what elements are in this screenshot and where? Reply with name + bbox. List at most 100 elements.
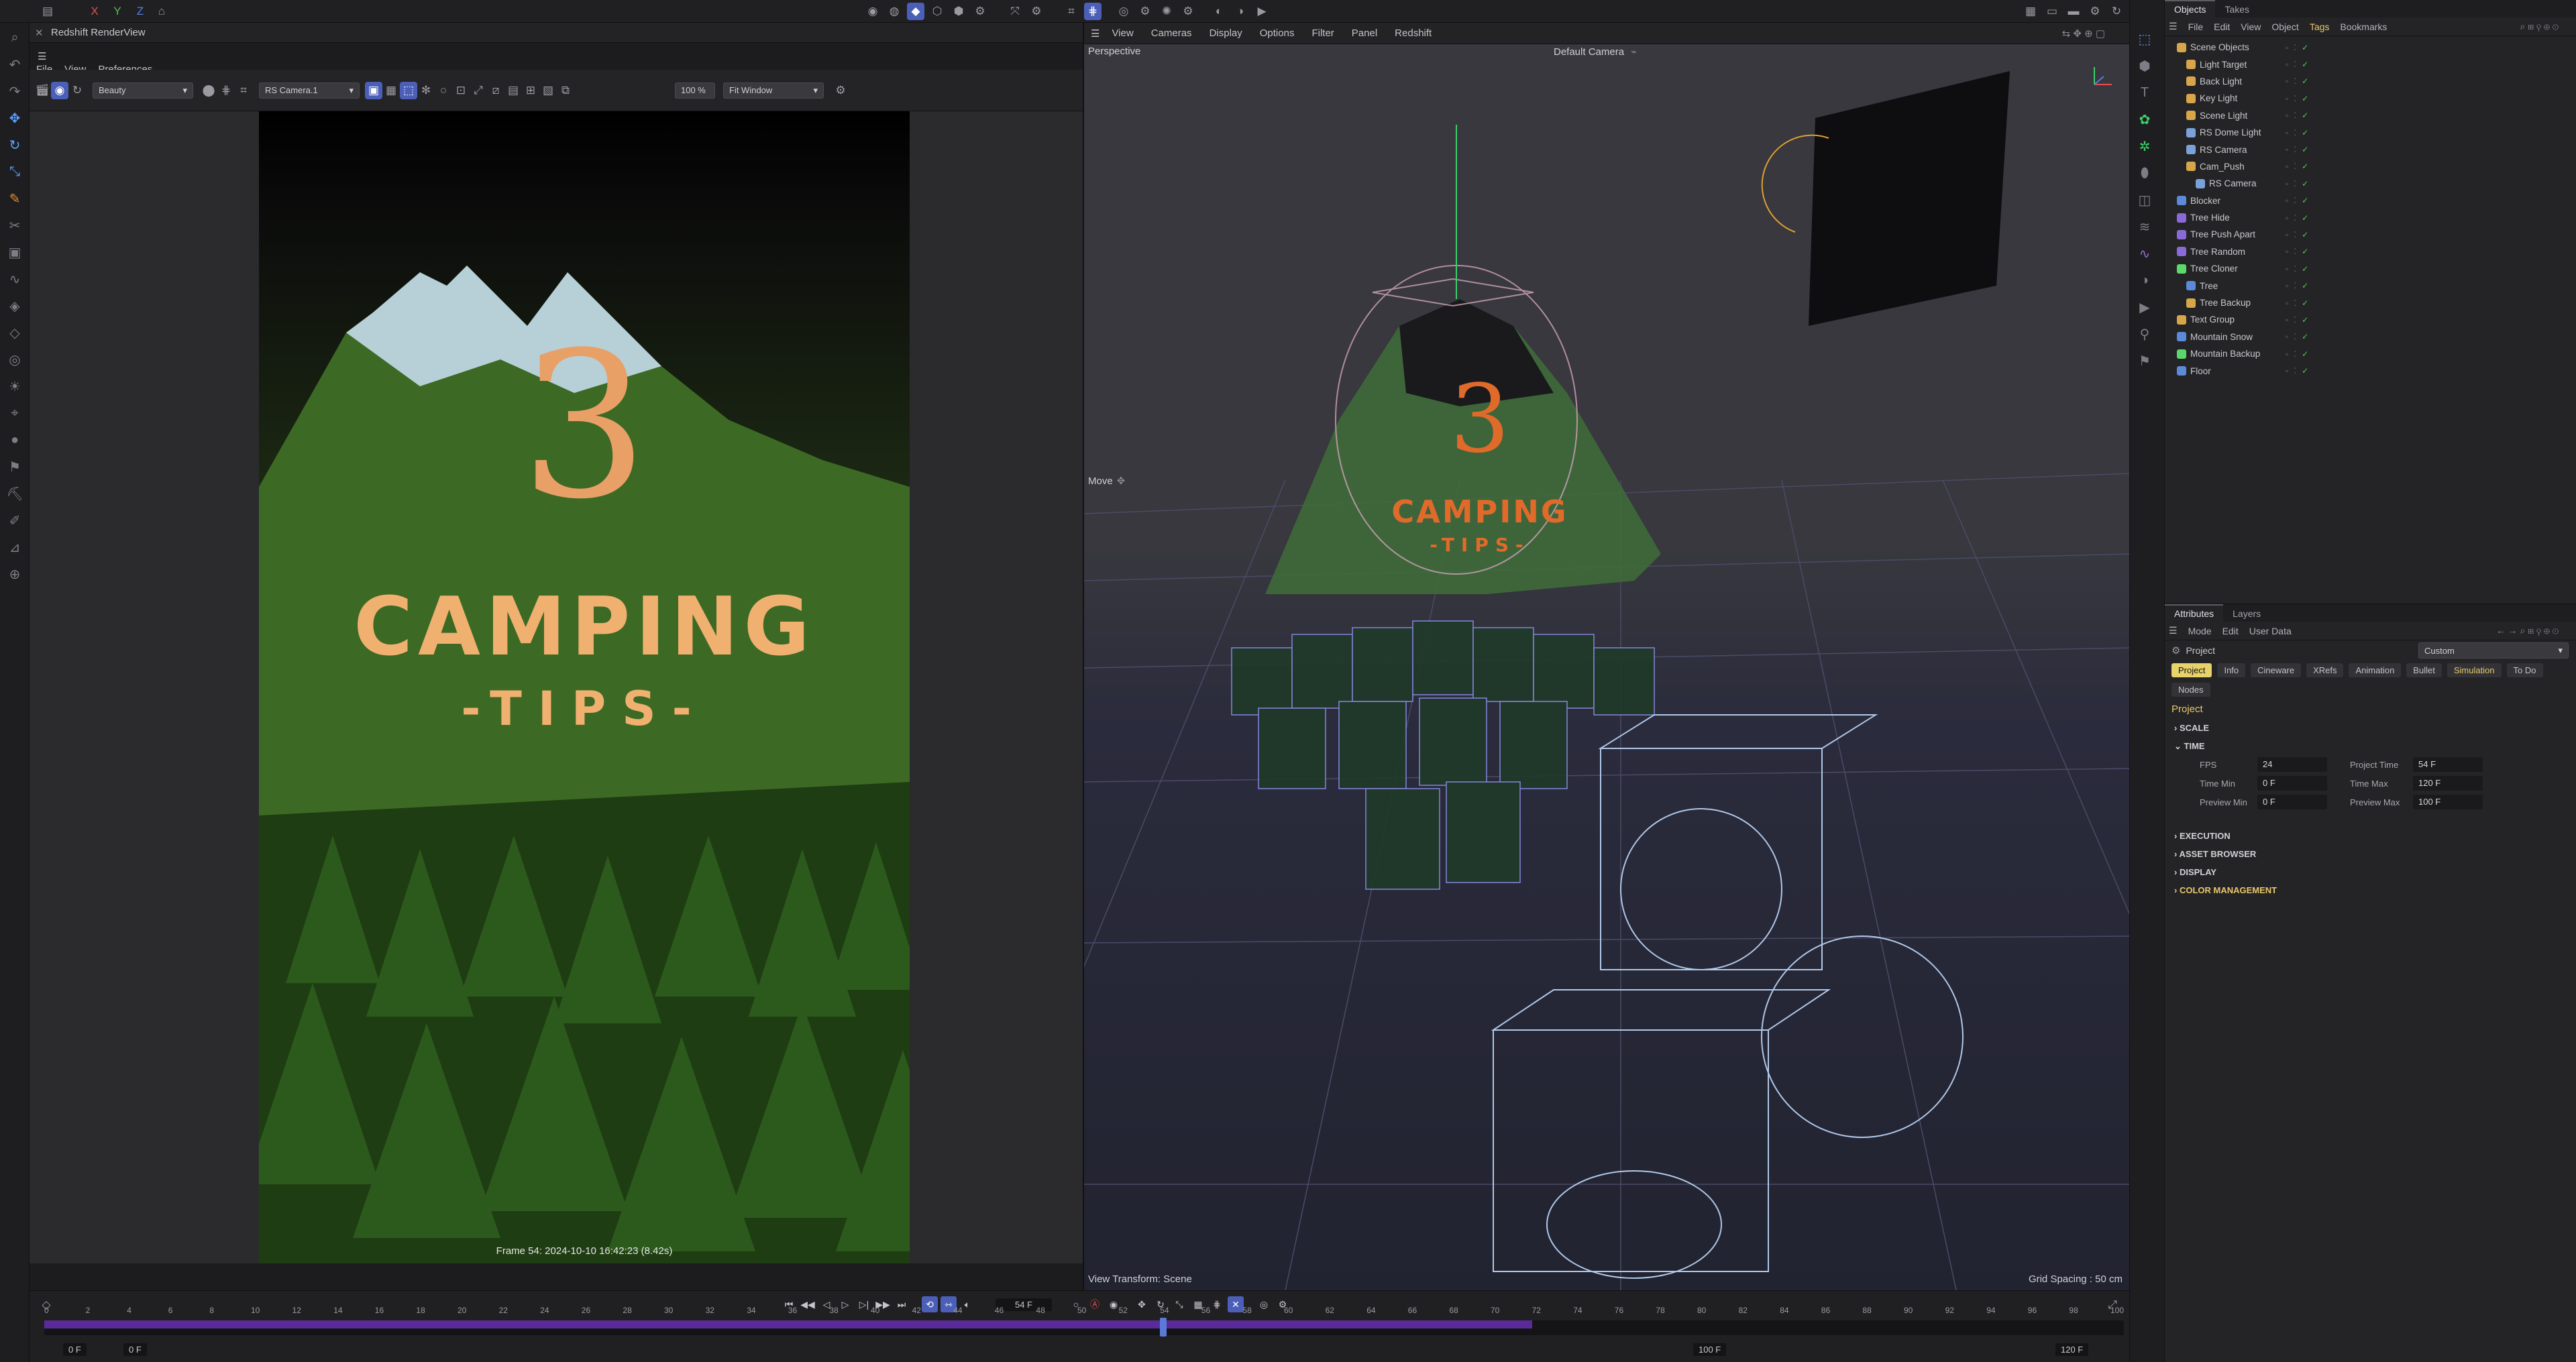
tab-takes[interactable]: Takes [2215, 1, 2259, 17]
vp-menu-cameras[interactable]: Cameras [1151, 27, 1192, 39]
add-snapshot-icon[interactable]: ⊞ [522, 82, 539, 99]
visibility-flags[interactable]: ▫ ⁚ ✓ [2286, 349, 2308, 359]
render-view-icon[interactable]: ◎ [1115, 3, 1132, 20]
polygons-mode-icon[interactable]: ⬢ [950, 3, 967, 20]
obj-menu-object[interactable]: Object [2271, 21, 2298, 32]
obj-menu-bookmarks[interactable]: Bookmarks [2340, 21, 2387, 32]
timeline-preview-start-field[interactable]: 0 F [123, 1343, 147, 1356]
effector-icon[interactable]: ✲ [2133, 134, 2157, 158]
camera-icon[interactable]: ⌖ [3, 401, 27, 425]
visibility-flags[interactable]: ▫ ⁚ ✓ [2286, 128, 2308, 137]
rotate-tool-icon[interactable]: ↻ [3, 133, 27, 157]
btn-simulation[interactable]: Simulation [2447, 663, 2502, 677]
btn-animation[interactable]: Animation [2349, 663, 2402, 677]
viewport-nav-icons[interactable]: ⇆ ✥ ⊕ ▢ [2062, 27, 2105, 40]
vp-menu-redshift[interactable]: Redshift [1395, 27, 1432, 39]
objects-search-icons[interactable]: ⌕ ⊞ ⚲ ⊕ ⊙ [2520, 21, 2559, 32]
undo-icon[interactable]: ↶ [3, 52, 27, 76]
object-row[interactable]: Key Light ▫ ⁚ ✓ [2165, 90, 2576, 107]
render-active-icon[interactable]: ✺ [1158, 3, 1175, 20]
vp-menu-view[interactable]: View [1112, 27, 1133, 39]
attributes-nav-icons[interactable]: ← → ⌕ ⊞ ⚲ ⊕ ⊙ [2496, 625, 2559, 636]
focus-icon[interactable]: ⊡ [452, 82, 470, 99]
section-scale[interactable]: › SCALE [2165, 719, 2576, 737]
help-icon[interactable]: ↻ [2108, 3, 2125, 20]
volume-icon[interactable]: ◫ [2133, 188, 2157, 212]
visibility-flags[interactable]: ▫ ⁚ ✓ [2286, 332, 2308, 341]
settings-gear-icon[interactable]: ⚙ [2086, 3, 2104, 20]
redo-icon[interactable]: ↷ [3, 79, 27, 103]
object-row[interactable]: Floor ▫ ⁚ ✓ [2165, 362, 2576, 379]
cloner-icon[interactable]: ✿ [2133, 107, 2157, 131]
play-render-icon[interactable]: ▶ [1253, 3, 1271, 20]
timeline-start-field[interactable]: 0 F [63, 1343, 87, 1356]
object-row[interactable]: Light Target ▫ ⁚ ✓ [2165, 56, 2576, 72]
refresh-icon[interactable]: ↻ [68, 82, 86, 99]
deformer-bend-icon[interactable]: ⬮ [2133, 161, 2157, 185]
section-asset-browser[interactable]: › ASSET BROWSER [2165, 845, 2576, 863]
attr-menu-edit[interactable]: Edit [2222, 626, 2239, 636]
object-row[interactable]: RS Camera ▫ ⁚ ✓ [2165, 141, 2576, 158]
visibility-flags[interactable]: ▫ ⁚ ✓ [2286, 247, 2308, 256]
object-row[interactable]: Tree Backup ▫ ⁚ ✓ [2165, 294, 2576, 311]
project-time-field[interactable]: 54 F [2413, 757, 2483, 772]
section-color-management[interactable]: › COLOR MANAGEMENT [2165, 881, 2576, 899]
vp-menu-panel[interactable]: Panel [1352, 27, 1377, 39]
visibility-flags[interactable]: ▫ ⁚ ✓ [2286, 60, 2308, 69]
knife-tool-icon[interactable]: ✂ [3, 213, 27, 237]
object-row[interactable]: Tree Random ▫ ⁚ ✓ [2165, 243, 2576, 260]
visibility-flags[interactable]: ▫ ⁚ ✓ [2286, 43, 2308, 52]
vp-menu-display[interactable]: Display [1210, 27, 1242, 39]
btn-nodes[interactable]: Nodes [2171, 683, 2210, 697]
layout-switch-icon[interactable]: ▦ [2022, 3, 2039, 20]
crop-icon[interactable]: ⌗ [235, 82, 252, 99]
axis-x-toggle[interactable]: X [86, 3, 103, 20]
close-icon[interactable]: ✕ [35, 27, 44, 39]
render-queue-icon[interactable]: ⚙ [1179, 3, 1197, 20]
spline-tool-icon[interactable]: ∿ [3, 267, 27, 291]
zoom-field[interactable]: 100 % [675, 82, 715, 99]
attr-menu-mode[interactable]: Mode [2188, 626, 2212, 636]
model-mode-icon[interactable]: ◉ [864, 3, 881, 20]
expand-icon[interactable]: ⤢ [470, 82, 487, 99]
camera-icon[interactable]: ▶ [2133, 295, 2157, 319]
visibility-flags[interactable]: ▫ ⁚ ✓ [2286, 196, 2308, 205]
field-layers-icon[interactable]: ≋ [2133, 215, 2157, 239]
snapshot-icon[interactable]: ▤ [504, 82, 522, 99]
cube-icon[interactable]: ⬢ [2133, 54, 2157, 78]
visibility-flags[interactable]: ▫ ⁚ ✓ [2286, 76, 2308, 86]
vp-menu-options[interactable]: Options [1260, 27, 1295, 39]
measure-icon[interactable]: ⊿ [3, 535, 27, 559]
compare-icon[interactable]: ⧄ [487, 82, 504, 99]
hamburger-icon[interactable]: ☰ [2169, 21, 2178, 32]
timeline-icon[interactable]: ▬ [2065, 3, 2082, 20]
workplane-icon[interactable]: ⌗ [1063, 3, 1080, 20]
visibility-flags[interactable]: ▫ ⁚ ✓ [2286, 281, 2308, 290]
hamburger-icon[interactable]: ☰ [2169, 625, 2178, 636]
time-max-field[interactable]: 120 F [2413, 776, 2483, 791]
visibility-flags[interactable]: ▫ ⁚ ✓ [2286, 230, 2308, 239]
timeline-playhead[interactable] [1160, 1318, 1167, 1337]
aov-select[interactable]: Beauty ▾ [93, 82, 193, 99]
camera-select[interactable]: RS Camera.1 ▾ [259, 82, 360, 99]
deformer-icon[interactable]: ◇ [3, 321, 27, 345]
obj-menu-edit[interactable]: Edit [2214, 21, 2230, 32]
lock-icon[interactable]: ▣ [365, 81, 382, 99]
object-mode-icon[interactable]: ◍ [885, 3, 903, 20]
visibility-flags[interactable]: ▫ ⁚ ✓ [2286, 179, 2308, 188]
section-execution[interactable]: › EXECUTION [2165, 827, 2576, 845]
vp-menu-filter[interactable]: Filter [1311, 27, 1334, 39]
tab-objects[interactable]: Objects [2165, 0, 2216, 17]
object-row[interactable]: Back Light ▫ ⁚ ✓ [2165, 73, 2576, 90]
coordinate-system-icon[interactable]: ⌂ [153, 3, 170, 20]
material-icon[interactable]: ● [3, 428, 27, 452]
btn-cineware[interactable]: Cineware [2251, 663, 2302, 677]
hamburger-icon[interactable]: ☰ [38, 50, 46, 62]
layout-icon[interactable]: ▤ [39, 3, 56, 20]
visibility-flags[interactable]: ▫ ⁚ ✓ [2286, 366, 2308, 376]
primitive-cube-icon[interactable]: ▣ [3, 240, 27, 264]
region-icon[interactable]: ⬚ [400, 81, 417, 99]
btn-xrefs[interactable]: XRefs [2306, 663, 2344, 677]
edges-mode-icon[interactable]: ⬡ [928, 3, 946, 20]
render-picture-viewer-icon[interactable]: ◑ [1232, 3, 1249, 20]
